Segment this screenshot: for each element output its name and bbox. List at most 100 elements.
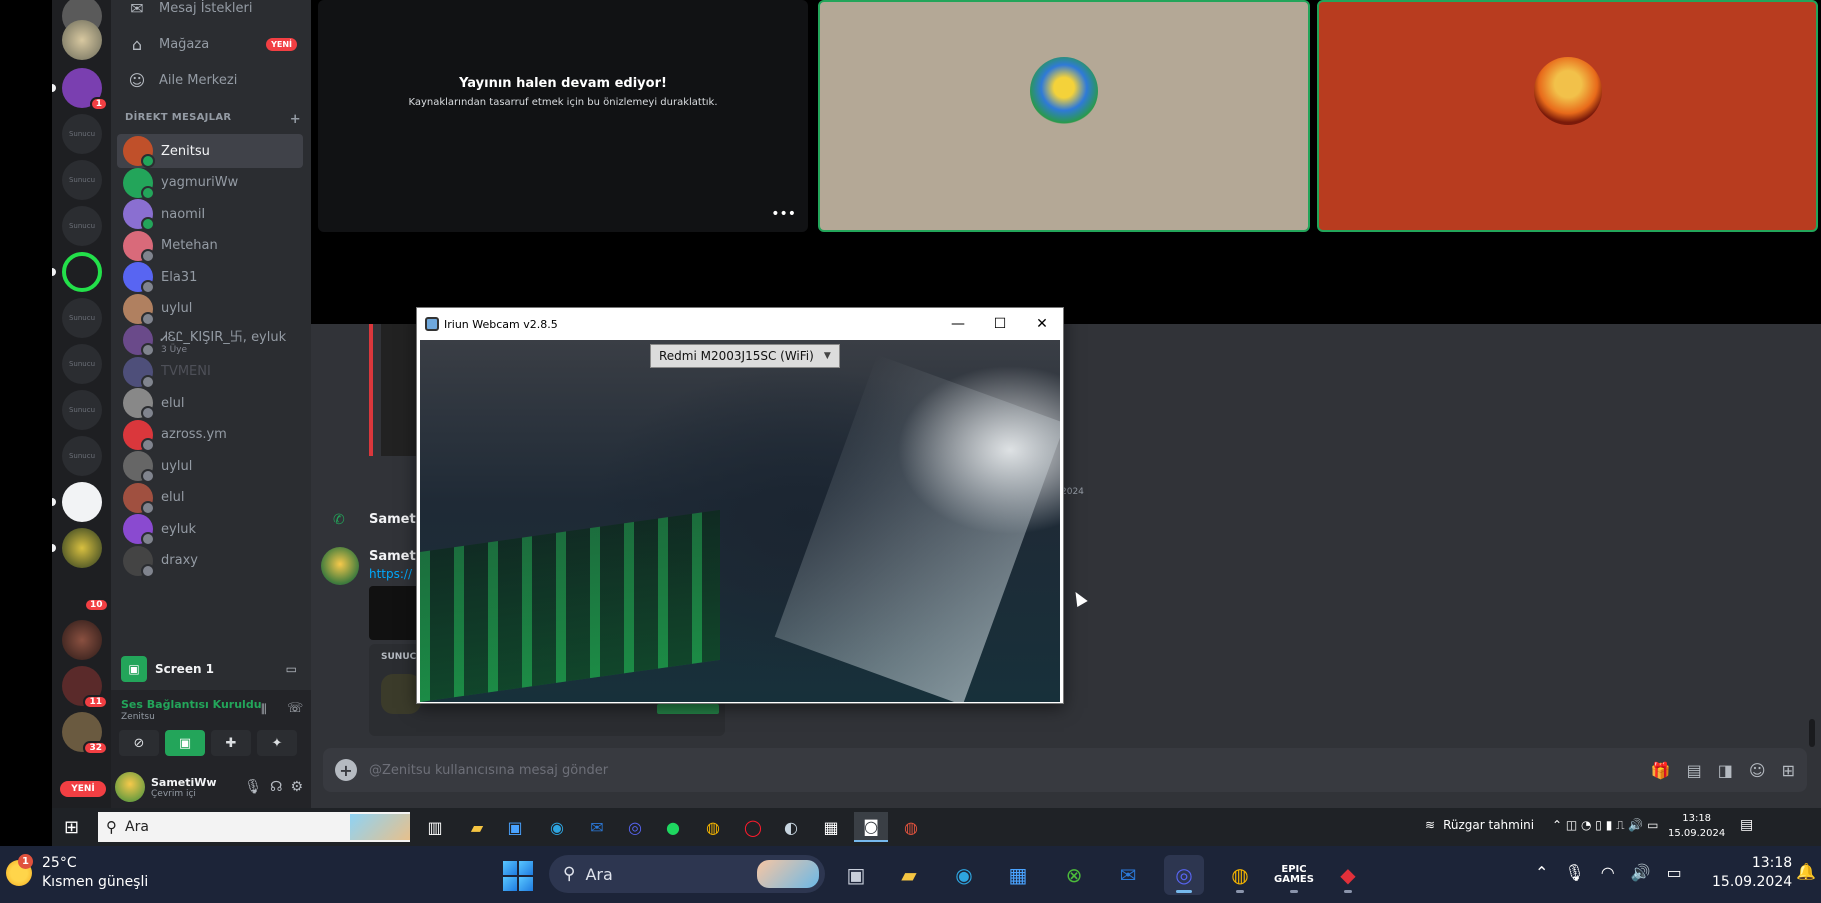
discord-icon[interactable]: ◎ — [618, 812, 652, 842]
gift-icon[interactable]: 🎁 — [1651, 761, 1671, 780]
camera-button[interactable]: ⊘ — [119, 730, 159, 756]
gear-icon[interactable]: ⚙ — [290, 779, 303, 795]
server-icon[interactable]: 32 — [62, 712, 108, 755]
search-box[interactable]: ⚲ Ara — [98, 812, 410, 842]
task-view-icon[interactable]: ▣ — [836, 855, 876, 895]
system-tray[interactable]: ⌃ ◫ ◔ ▯ ▮ ⎍ 🔊 ▭ — [1552, 818, 1658, 833]
notification-bell-icon[interactable]: 🔔 — [1796, 862, 1816, 881]
avatar[interactable] — [115, 772, 145, 802]
headphones-icon[interactable]: ☊ — [270, 779, 282, 795]
server-icon[interactable] — [62, 528, 102, 568]
close-button[interactable]: ✕ — [1021, 308, 1063, 340]
dm-item[interactable]: azross.ym — [117, 418, 303, 452]
nav-message-requests[interactable]: ✉ Mesaj İstekleri — [117, 0, 303, 24]
server-icon[interactable]: Sunucu — [62, 298, 102, 338]
chevron-up-icon[interactable]: ⌃ — [1535, 863, 1548, 882]
add-dm-icon[interactable]: + — [290, 112, 301, 127]
chrome-icon[interactable]: ◍ — [696, 812, 730, 842]
notification-icon[interactable]: ▤ — [1740, 817, 1753, 833]
message-link[interactable]: https:// — [369, 567, 412, 581]
avatar[interactable] — [321, 547, 359, 585]
server-icon[interactable]: 11 — [62, 666, 108, 709]
search-box[interactable]: ⚲ Ara — [549, 855, 825, 893]
emoji-icon[interactable]: ☺ — [1749, 761, 1766, 780]
server-icon[interactable] — [62, 20, 102, 60]
add-attachment-icon[interactable]: + — [335, 759, 357, 781]
scrollbar[interactable] — [1809, 719, 1815, 747]
file-explorer-icon[interactable]: ▰ — [889, 855, 929, 895]
participant-tile[interactable] — [818, 0, 1310, 232]
xbox-icon[interactable]: ⊗ — [1054, 855, 1094, 895]
embed-thumbnail[interactable] — [381, 324, 421, 456]
store-icon[interactable]: ▣ — [498, 812, 532, 842]
microphone-icon[interactable]: 🎙 — [1564, 863, 1584, 882]
voice-channel[interactable]: Zenitsu — [121, 712, 155, 722]
windows-start-icon[interactable] — [503, 861, 533, 891]
sticker-icon[interactable]: ◨ — [1718, 761, 1733, 780]
dm-item[interactable]: eyluk — [117, 512, 303, 546]
popout-icon[interactable]: ▭ — [286, 662, 297, 676]
participant-tile[interactable] — [1317, 0, 1818, 232]
disconnect-icon[interactable]: ☏ — [287, 701, 303, 716]
gif-icon[interactable]: ▤ — [1687, 761, 1702, 780]
nav-shop[interactable]: ⌂ Mağaza YENİ — [117, 28, 303, 60]
server-icon[interactable]: Sunucu — [62, 206, 102, 246]
dm-item[interactable]: draxy — [117, 544, 303, 578]
chrome-profile-icon[interactable]: ◍ — [894, 812, 928, 842]
clock[interactable]: 13:18 15.09.2024 — [1668, 811, 1725, 841]
server-icon[interactable]: Sunucu — [62, 160, 102, 200]
server-icon[interactable] — [62, 620, 102, 660]
chrome-icon[interactable]: ◍ — [1220, 855, 1260, 895]
store-icon[interactable]: ▦ — [998, 855, 1038, 895]
minimize-button[interactable]: — — [937, 308, 979, 340]
dm-item[interactable]: uylul — [117, 292, 303, 326]
weather-widget[interactable]: ≋ Rüzgar tahmini — [1425, 818, 1534, 832]
steam-icon[interactable]: ◐ — [774, 812, 808, 842]
device-select[interactable]: Redmi M2003J15SC (WiFi) ▼ — [650, 344, 840, 368]
more-options-icon[interactable]: ••• — [771, 206, 796, 222]
soundboard-button[interactable]: ✦ — [257, 730, 297, 756]
epic-games-icon[interactable]: ▦ — [814, 812, 848, 842]
outlook-icon[interactable]: ✉ — [1108, 855, 1148, 895]
battery-icon[interactable]: ▭ — [1667, 863, 1682, 882]
activities-button[interactable]: ✚ — [211, 730, 251, 756]
voice-status[interactable]: Ses Bağlantısı Kuruldu — [121, 698, 262, 711]
dm-item[interactable]: ᏗᏋᏝ_KIŞIR_卐, eyluk 3 Üye — [117, 323, 303, 357]
dm-item[interactable]: Ela31 — [117, 260, 303, 294]
user-info[interactable]: SametiWw Çevrim içi — [151, 776, 217, 799]
riot-client-icon[interactable]: ◆ — [1328, 855, 1368, 895]
dm-item[interactable]: elul — [117, 386, 303, 420]
dm-item[interactable]: naomiI — [117, 197, 303, 231]
app-launcher-icon[interactable]: ⊞ — [1782, 761, 1795, 780]
title-bar[interactable]: Iriun Webcam v2.8.5 — ☐ ✕ — [417, 308, 1063, 340]
stream-preview-tile[interactable]: Yayının halen devam ediyor! Kaynaklarınd… — [318, 0, 808, 232]
microphone-icon[interactable]: 🎙 — [244, 779, 262, 795]
server-icon[interactable]: Sunucu — [62, 114, 102, 154]
maximize-button[interactable]: ☐ — [979, 308, 1021, 340]
server-icon[interactable]: Sunucu — [62, 436, 102, 476]
server-icon[interactable]: Sunucu — [62, 390, 102, 430]
dm-item[interactable]: elul — [117, 481, 303, 515]
dm-item[interactable]: Metehan — [117, 229, 303, 263]
wifi-icon[interactable]: ◠ — [1601, 863, 1615, 882]
server-icon[interactable]: 1 — [62, 68, 108, 111]
join-button[interactable] — [657, 704, 719, 714]
task-view-icon[interactable]: ▥ — [418, 812, 452, 842]
edge-icon[interactable]: ◉ — [540, 812, 574, 842]
server-icon[interactable] — [62, 252, 102, 292]
mail-icon[interactable]: ✉ — [580, 812, 614, 842]
noise-suppression-icon[interactable]: ⫼ — [261, 702, 267, 717]
dm-item[interactable]: TVMENI — [117, 355, 303, 389]
speaker-icon[interactable]: 🔊 — [1631, 863, 1651, 882]
edge-icon[interactable]: ◉ — [944, 855, 984, 895]
clock[interactable]: 13:18 15.09.2024 — [1712, 854, 1792, 892]
spotify-icon[interactable]: ● — [656, 812, 690, 842]
nav-family-center[interactable]: ☺ Aile Merkezi — [117, 64, 303, 96]
opera-icon[interactable]: ◯ — [736, 812, 770, 842]
file-explorer-icon[interactable]: ▰ — [460, 812, 494, 842]
dm-item[interactable]: uylul — [117, 449, 303, 483]
server-icon[interactable] — [62, 482, 102, 522]
weather-widget[interactable]: 1 25°C Kısmen güneşli — [6, 854, 148, 892]
discord-icon[interactable]: ◎ — [1164, 855, 1204, 895]
server-icon[interactable]: Sunucu — [62, 344, 102, 384]
